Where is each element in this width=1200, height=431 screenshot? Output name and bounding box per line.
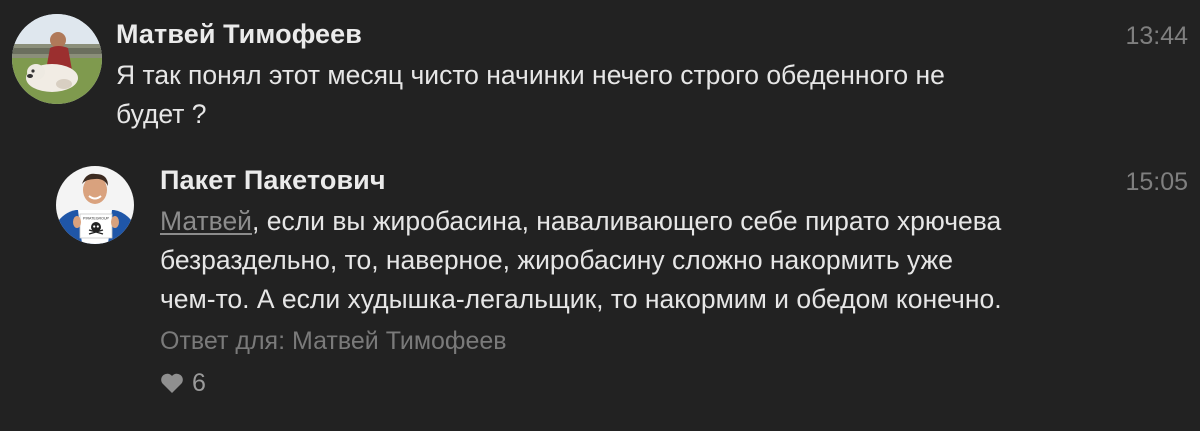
sign-text: PIRATEGROUP xyxy=(83,217,109,221)
avatar-photo-image xyxy=(12,14,102,104)
like-count: 6 xyxy=(192,368,206,397)
comment-author[interactable]: Матвей Тимофеев xyxy=(116,14,1188,54)
avatar[interactable] xyxy=(12,14,102,104)
comment-text: Я так понял этот месяц чисто начинки неч… xyxy=(116,56,1188,134)
heart-icon xyxy=(161,373,183,393)
avatar-photo-image: PIRATEGROUP xyxy=(56,166,134,244)
like-button[interactable]: 6 xyxy=(160,366,1188,400)
reply-to-link[interactable]: Ответ для: Матвей Тимофеев xyxy=(160,322,1188,360)
avatar[interactable]: PIRATEGROUP xyxy=(56,166,134,244)
comment-text-line: , если вы жиробасина, наваливающего себе… xyxy=(252,206,1002,236)
comment-text-line: Я так понял этот месяц чисто начинки неч… xyxy=(116,60,945,90)
comment-text: Матвей, если вы жиробасина, наваливающег… xyxy=(160,202,1188,319)
comment-text-line: чем-то. А если худышка-легальщик, то нак… xyxy=(160,284,1002,314)
comment-text-line: безраздельно, то, наверное, жиробасину с… xyxy=(160,245,953,275)
comment-time: 13:44 xyxy=(1125,22,1188,50)
comment-text-line: будет ? xyxy=(116,99,207,129)
comment-author[interactable]: Пакет Пакетович xyxy=(160,160,1188,200)
mention-link[interactable]: Матвей xyxy=(160,206,252,236)
comment-time: 15:05 xyxy=(1125,168,1188,196)
